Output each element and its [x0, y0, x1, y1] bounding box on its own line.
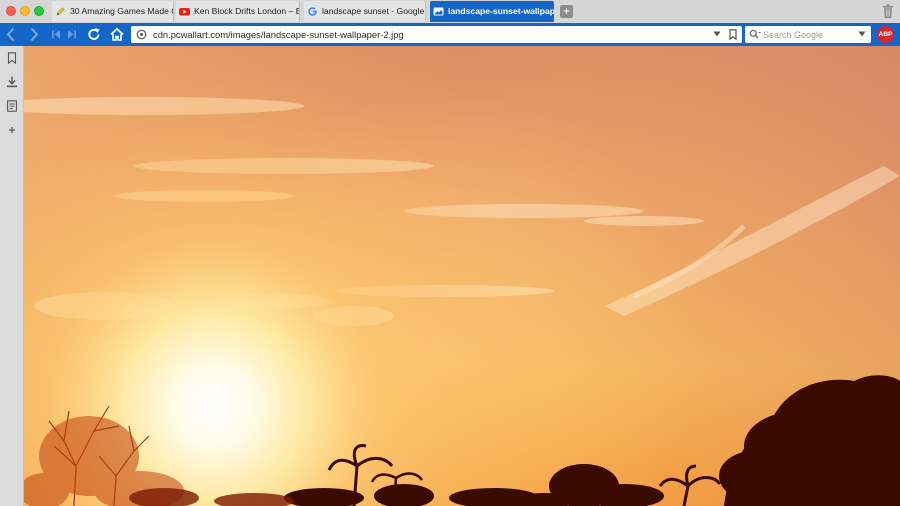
sunset-photo	[24, 46, 900, 506]
image-icon	[433, 7, 444, 16]
tab-title: landscape sunset - Google S	[322, 6, 426, 16]
bookmark-page-icon[interactable]	[729, 29, 737, 40]
notes-icon[interactable]	[6, 100, 18, 112]
fast-forward-icon[interactable]	[66, 26, 78, 43]
home-icon[interactable]	[109, 26, 125, 43]
tab-google-search[interactable]: landscape sunset - Google S	[304, 1, 426, 22]
trash-icon[interactable]	[881, 4, 895, 19]
download-icon[interactable]	[6, 76, 18, 88]
address-bar[interactable]: cdn.pcwallart.com/images/landscape-sunse…	[131, 26, 742, 43]
chevron-down-icon[interactable]	[713, 31, 721, 37]
tab-title: Ken Block Drifts London – EX	[194, 6, 300, 16]
tab-active-wallpaper[interactable]: landscape-sunset-wallpaper	[430, 1, 554, 22]
google-icon	[308, 7, 317, 16]
site-info-icon[interactable]	[136, 29, 147, 40]
back-arrow-icon[interactable]	[4, 26, 18, 43]
tab-title: 30 Amazing Games Made On	[70, 6, 174, 16]
new-tab-button[interactable]: +	[560, 5, 573, 18]
reload-icon[interactable]	[86, 26, 102, 43]
search-input[interactable]	[763, 27, 853, 42]
minimize-window-button[interactable]	[20, 6, 30, 16]
wallpaper-image	[24, 46, 900, 506]
forward-arrow-icon[interactable]	[27, 26, 41, 43]
side-panel	[0, 46, 24, 506]
tab-strip: 30 Amazing Games Made On Ken Block Drift…	[0, 0, 900, 24]
close-window-button[interactable]	[6, 6, 16, 16]
url-text[interactable]: cdn.pcwallart.com/images/landscape-sunse…	[153, 26, 404, 43]
tab-youtube[interactable]: Ken Block Drifts London – EX	[176, 1, 300, 22]
rewind-icon[interactable]	[50, 26, 62, 43]
tab-games[interactable]: 30 Amazing Games Made On	[52, 1, 174, 22]
adblock-button[interactable]: ABP	[877, 26, 894, 43]
tab-title: landscape-sunset-wallpaper	[448, 6, 554, 16]
search-icon	[749, 29, 761, 39]
search-field[interactable]	[745, 26, 871, 43]
bookmark-icon[interactable]	[6, 52, 18, 64]
zoom-window-button[interactable]	[34, 6, 44, 16]
add-panel-icon[interactable]	[6, 124, 18, 136]
pencil-icon	[56, 7, 65, 16]
chevron-down-icon[interactable]	[858, 31, 866, 37]
youtube-icon	[179, 8, 190, 16]
